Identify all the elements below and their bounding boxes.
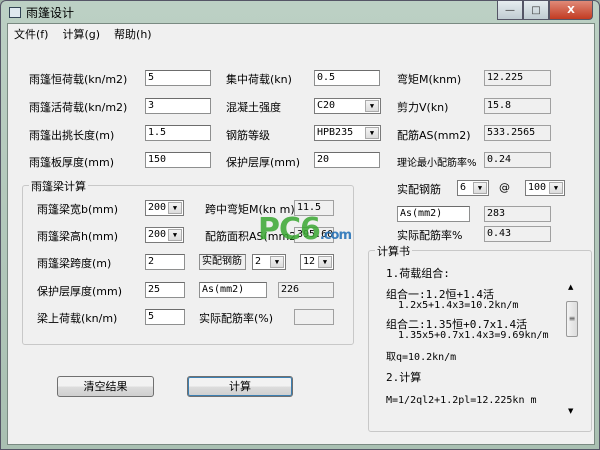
moment-output: 12.225 [484, 70, 551, 86]
slab-rebar-label: 实配钢筋 [397, 183, 441, 196]
beam-width-label: 雨篷梁宽b(mm) [37, 203, 118, 216]
beam-span-label: 雨篷梁跨度(m) [37, 257, 112, 270]
calc-book-title: 计算书 [375, 243, 412, 259]
min-ratio-output: 0.24 [484, 152, 551, 168]
beam-as-actual-label: As(mm2) [199, 282, 267, 298]
rebar-grade-value: HPB235 [317, 127, 354, 138]
beam-width-select[interactable]: 200 ▼ [145, 200, 184, 216]
beam-cover-input[interactable]: 25 [145, 282, 185, 298]
calculate-button[interactable]: 计算 [187, 376, 293, 397]
as-label: 配筋AS(mm2) [397, 129, 471, 142]
menu-calc[interactable]: 计算(g) [62, 26, 100, 42]
chevron-down-icon[interactable]: ▼ [270, 256, 284, 268]
close-button[interactable]: X [549, 1, 593, 20]
beam-rebar-dia-select[interactable]: 12 ▼ [300, 254, 334, 270]
slab-as-actual-output: 283 [484, 206, 551, 222]
beam-rebar-dia-value: 12 [303, 256, 316, 267]
calc-book-text[interactable]: 1.荷载组合: 组合一:1.2恒+1.4活 1.2x5+1.4x3=10.2kn… [376, 267, 580, 413]
cantilever-input[interactable]: 1.5 [145, 125, 211, 141]
concrete-label: 混凝土强度 [226, 101, 281, 114]
book-line: 2.计算 [386, 371, 422, 384]
slab-cover-input[interactable]: 20 [314, 152, 380, 168]
slab-rebar-spacing-value: 100 [528, 182, 547, 193]
min-ratio-label: 理论最小配筋率% [397, 158, 477, 169]
beam-height-select[interactable]: 200 ▼ [145, 227, 184, 243]
slab-actual-ratio-label: 实际配筋率% [397, 229, 463, 242]
concrete-select[interactable]: C20 ▼ [314, 98, 381, 114]
beam-rebar-count-select[interactable]: 2 ▼ [252, 254, 286, 270]
live-load-label: 雨篷活荷载(kn/m2) [29, 101, 128, 114]
menu-bar: 文件(f) 计算(g) 帮助(h) [8, 24, 594, 43]
beam-actual-ratio-label: 实际配筋率(%) [199, 312, 274, 325]
beam-span-input[interactable]: 2 [145, 254, 185, 270]
beam-height-label: 雨篷梁高h(mm) [37, 230, 118, 243]
slab-rebar-dia-value: 6 [460, 182, 467, 193]
rebar-grade-label: 钢筋等级 [226, 129, 270, 142]
clear-button[interactable]: 清空结果 [57, 376, 154, 397]
window-title: 雨篷设计 [26, 5, 75, 20]
slab-cover-label: 保护层厚(mm) [226, 156, 301, 169]
scrollbar-thumb[interactable]: ≡ [566, 301, 578, 337]
watermark-logo: PC6.com [258, 212, 352, 247]
book-line: 1.35x5+0.7x1.4x3=9.69kn/m [386, 330, 549, 341]
at-symbol: @ [499, 181, 510, 194]
shear-label: 剪力V(kn) [397, 101, 449, 114]
as-output: 533.2565 [484, 125, 551, 141]
app-window: 雨篷设计 — □ X 文件(f) 计算(g) 帮助(h) 雨篷恒荷载(kn/m2… [0, 0, 600, 450]
scroll-down-icon[interactable]: ▼ [568, 407, 573, 415]
chevron-down-icon[interactable]: ▼ [318, 256, 332, 268]
book-line: 1.荷载组合: [386, 267, 450, 280]
chevron-down-icon[interactable]: ▼ [365, 127, 379, 139]
app-icon [9, 6, 21, 18]
slab-actual-ratio-output: 0.43 [484, 226, 551, 242]
point-load-label: 集中荷载(kn) [226, 73, 292, 86]
chevron-down-icon[interactable]: ▼ [168, 229, 182, 241]
beam-load-label: 梁上荷载(kn/m) [37, 312, 118, 325]
dead-load-input[interactable]: 5 [145, 70, 211, 86]
slab-as-actual-label: As(mm2) [397, 206, 470, 222]
scroll-up-icon[interactable]: ▲ [568, 283, 573, 291]
thickness-input[interactable]: 150 [145, 152, 211, 168]
live-load-input[interactable]: 3 [145, 98, 211, 114]
calc-book-scrollbar[interactable]: ▲ ≡ ▼ [565, 281, 580, 419]
chevron-down-icon[interactable]: ▼ [168, 202, 182, 214]
menu-help[interactable]: 帮助(h) [114, 26, 152, 42]
cantilever-label: 雨篷出挑长度(m) [29, 129, 115, 142]
menu-file[interactable]: 文件(f) [14, 26, 48, 42]
book-line: 1.2x5+1.4x3=10.2kn/m [386, 300, 519, 311]
beam-as-actual-output: 226 [278, 282, 334, 298]
beam-width-value: 200 [148, 202, 167, 213]
beam-group-title: 雨篷梁计算 [29, 178, 88, 194]
book-line: 取q=10.2kn/m [386, 352, 457, 363]
rebar-grade-select[interactable]: HPB235 ▼ [314, 125, 381, 141]
slab-rebar-dia-select[interactable]: 6 ▼ [457, 180, 489, 196]
shear-output: 15.8 [484, 98, 551, 114]
dead-load-label: 雨篷恒荷载(kn/m2) [29, 73, 128, 86]
maximize-button[interactable]: □ [523, 1, 549, 20]
slab-rebar-spacing-select[interactable]: 100 ▼ [525, 180, 565, 196]
point-load-input[interactable]: 0.5 [314, 70, 380, 86]
minimize-button[interactable]: — [497, 1, 523, 20]
beam-cover-label: 保护层厚度(mm) [37, 285, 123, 298]
beam-actual-ratio-output [294, 309, 334, 325]
beam-height-value: 200 [148, 229, 167, 240]
chevron-down-icon[interactable]: ▼ [365, 100, 379, 112]
thickness-label: 雨篷板厚度(mm) [29, 156, 115, 169]
beam-load-input[interactable]: 5 [145, 309, 185, 325]
beam-rebar-label: 实配钢筋 [199, 254, 246, 270]
moment-label: 弯矩M(knm) [397, 73, 462, 86]
concrete-value: C20 [317, 100, 336, 111]
title-bar: 雨篷设计 [9, 4, 74, 20]
chevron-down-icon[interactable]: ▼ [473, 182, 487, 194]
chevron-down-icon[interactable]: ▼ [549, 182, 563, 194]
beam-rebar-count-value: 2 [255, 256, 262, 267]
client-area: 文件(f) 计算(g) 帮助(h) 雨篷恒荷载(kn/m2) 5 雨篷活荷载(k… [7, 23, 595, 445]
book-line: M=1/2ql2+1.2pl=12.225kn m [386, 395, 537, 406]
